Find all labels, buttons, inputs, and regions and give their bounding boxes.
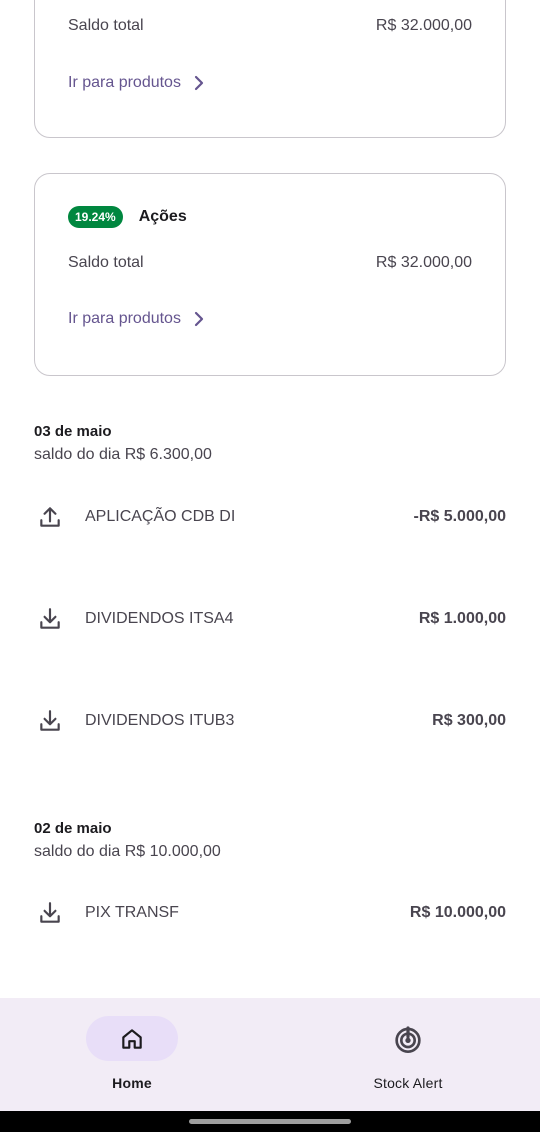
card-title: Ações [138, 208, 187, 225]
go-to-products-label: Ir para produtos [68, 74, 181, 91]
percentage-badge: 19.24% [68, 206, 123, 228]
home-icon [122, 1028, 142, 1049]
transaction-amount: -R$ 5.000,00 [413, 508, 506, 525]
nav-label-home: Home [112, 1075, 152, 1091]
day-title: 03 de maio [34, 423, 112, 440]
upload-icon [34, 501, 66, 533]
transaction-label: PIX TRANSF [85, 904, 179, 921]
transaction-amount: R$ 1.000,00 [418, 610, 506, 627]
transaction-row[interactable]: DIVIDENDOS ITSA4 R$ 1.000,00 [34, 603, 506, 635]
download-icon [34, 705, 66, 737]
day-balance: saldo do dia R$ 10.000,00 [34, 843, 221, 860]
system-navigation-bar [0, 1111, 540, 1132]
gesture-handle[interactable] [189, 1119, 351, 1124]
nav-item-stock-alert[interactable]: Stock Alert [338, 1016, 478, 1091]
transaction-amount: R$ 10.000,00 [409, 904, 506, 921]
chevron-right-icon [194, 311, 204, 327]
day-balance: saldo do dia R$ 6.300,00 [34, 446, 212, 463]
nav-label-stock-alert: Stock Alert [373, 1075, 443, 1091]
go-to-products-link[interactable]: Ir para produtos [68, 310, 207, 328]
transaction-label: DIVIDENDOS ITSA4 [85, 610, 234, 627]
transaction-row[interactable]: APLICAÇÃO CDB DI -R$ 5.000,00 [34, 501, 506, 533]
product-card: Saldo total R$ 32.000,00 Ir para produto… [34, 0, 506, 138]
balance-value: R$ 32.000,00 [375, 254, 472, 271]
stock-alert-icon [395, 1025, 421, 1053]
balance-row: Saldo total R$ 32.000,00 [68, 17, 472, 35]
transaction-amount: R$ 300,00 [432, 712, 506, 729]
nav-item-home[interactable]: Home [62, 1016, 202, 1091]
bottom-navigation: Home Stock Alert [0, 998, 540, 1111]
balance-value: R$ 32.000,00 [375, 17, 472, 34]
balance-label: Saldo total [68, 254, 144, 271]
nav-icon-container [362, 1016, 454, 1061]
transaction-row[interactable]: PIX TRANSF R$ 10.000,00 [34, 897, 506, 929]
balance-label: Saldo total [68, 17, 144, 34]
transaction-label: DIVIDENDOS ITUB3 [85, 712, 235, 729]
download-icon [34, 897, 66, 929]
go-to-products-label: Ir para produtos [68, 310, 181, 327]
nav-active-indicator [86, 1016, 178, 1061]
transaction-label: APLICAÇÃO CDB DI [85, 508, 236, 525]
balance-row: Saldo total R$ 32.000,00 [68, 254, 472, 272]
product-card-acoes: 19.24% Ações Saldo total R$ 32.000,00 Ir… [34, 173, 506, 376]
chevron-right-icon [194, 75, 204, 91]
go-to-products-link[interactable]: Ir para produtos [68, 74, 207, 92]
card-header: 19.24% Ações [68, 206, 187, 228]
download-icon [34, 603, 66, 635]
transaction-row[interactable]: DIVIDENDOS ITUB3 R$ 300,00 [34, 705, 506, 737]
day-title: 02 de maio [34, 820, 112, 837]
